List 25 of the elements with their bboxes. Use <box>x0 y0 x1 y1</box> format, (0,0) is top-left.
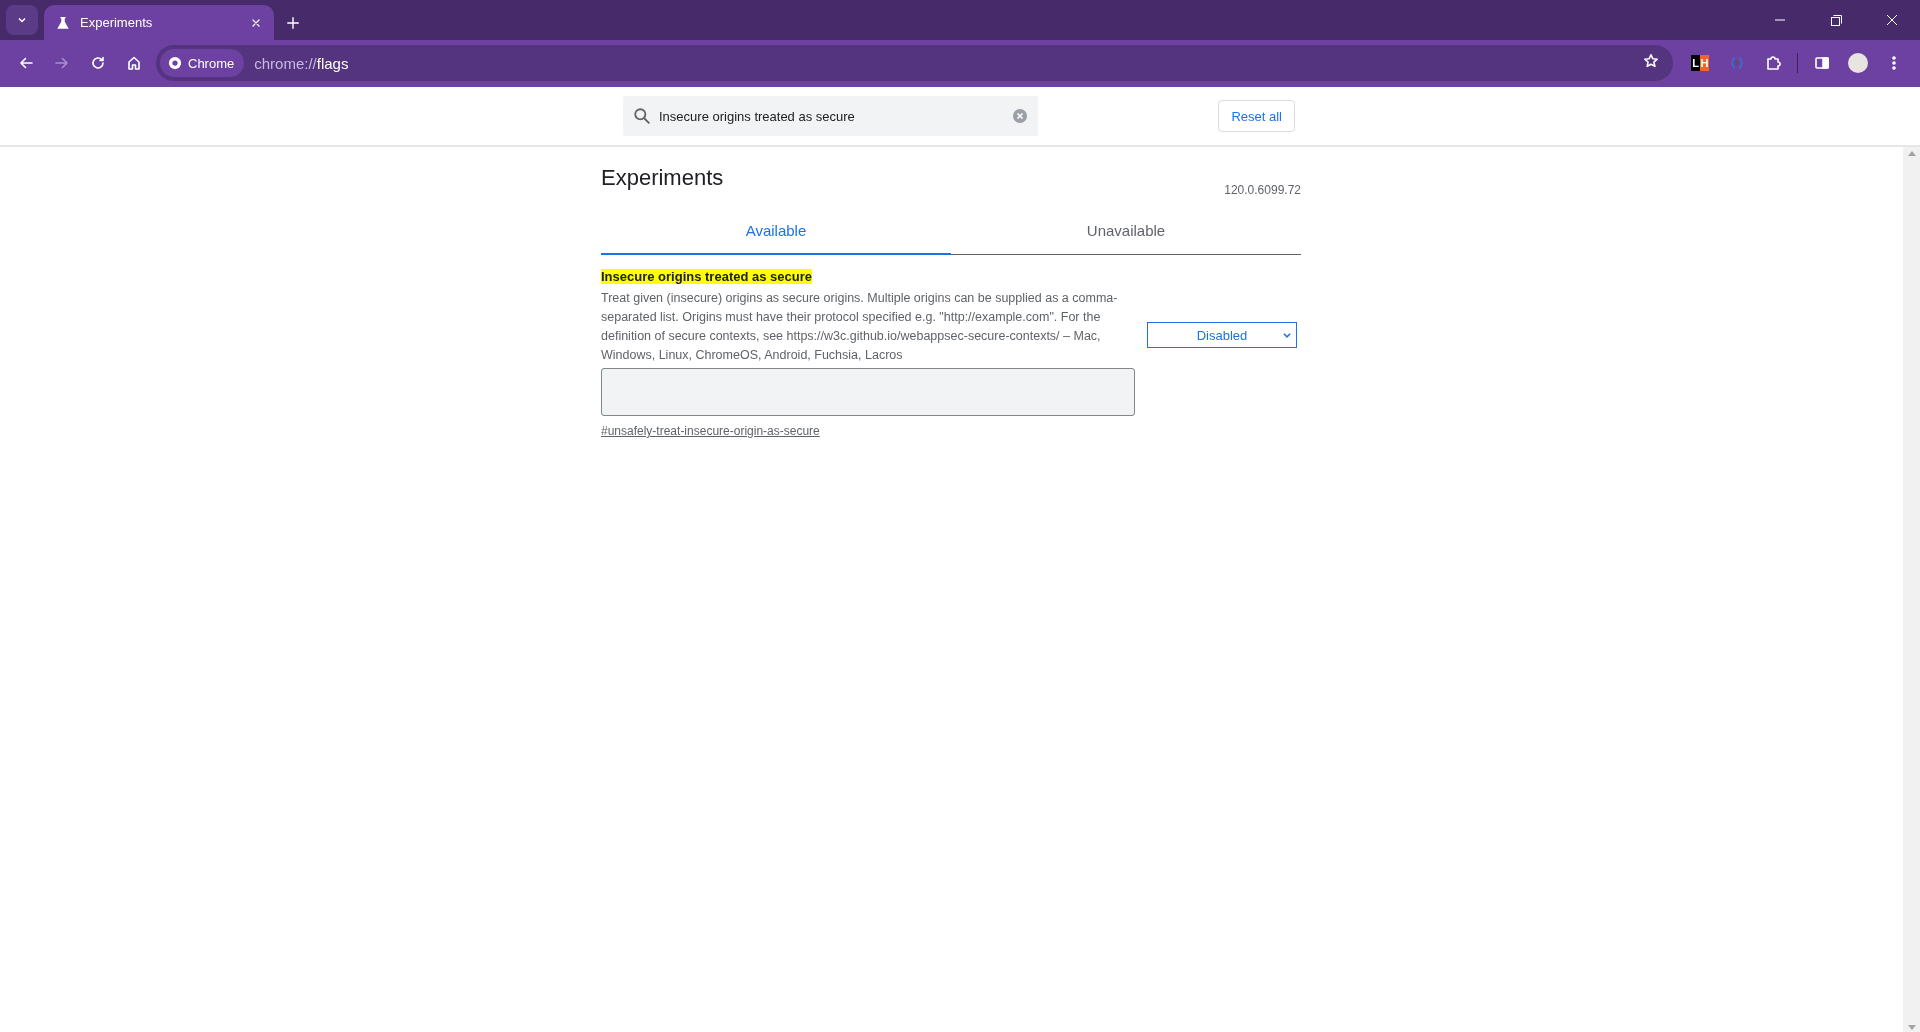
scroll-up-icon[interactable] <box>1907 151 1916 156</box>
scroll-down-icon[interactable] <box>1907 1025 1916 1030</box>
browser-tab[interactable]: Experiments <box>44 5 274 40</box>
clear-icon[interactable] <box>1012 108 1028 124</box>
url-text: chrome://flags <box>254 54 349 72</box>
flag-link[interactable]: #unsafely-treat-insecure-origin-as-secure <box>601 424 820 438</box>
search-icon <box>633 107 651 125</box>
origins-input-field[interactable] <box>601 368 1135 416</box>
page-tab[interactable]: Unavailable <box>951 221 1301 255</box>
page-tab[interactable]: Available <box>601 221 951 255</box>
flag-state-dropdown[interactable]: Disabled <box>1147 322 1297 348</box>
reset-all-button[interactable]: Reset all <box>1218 100 1295 132</box>
flag-title: Insecure origins treated as secure <box>601 269 812 284</box>
search-field[interactable]: Insecure origins treated as secure <box>623 96 1038 136</box>
browser-logo-icon <box>168 56 182 70</box>
flask-icon <box>56 15 70 30</box>
profile-avatar[interactable] <box>1848 53 1868 73</box>
site-chip[interactable]: Chrome <box>160 49 245 77</box>
page-title: Experiments <box>601 165 724 191</box>
chevron-icon <box>1282 330 1292 340</box>
flag-description: Treat given (insecure) origins as secure origins. Multiple origins can be supplied as a comma-separated list. Origins must have their protocol specified e.g. "http://example.com". For the definition of secure contexts, see https://w3c.github.io/webappsec-secure-contexts/ – Mac, Windows, Linux, ChromeOS, Android, Fuchsia, Lacros <box>601 290 1119 364</box>
tab-search-button[interactable] <box>6 5 38 35</box>
version-text: 120.0.6099.72 <box>1224 183 1301 197</box>
address-bar[interactable]: Chrome chrome://flags <box>156 45 1673 81</box>
new-tab-icon[interactable] <box>286 16 300 30</box>
